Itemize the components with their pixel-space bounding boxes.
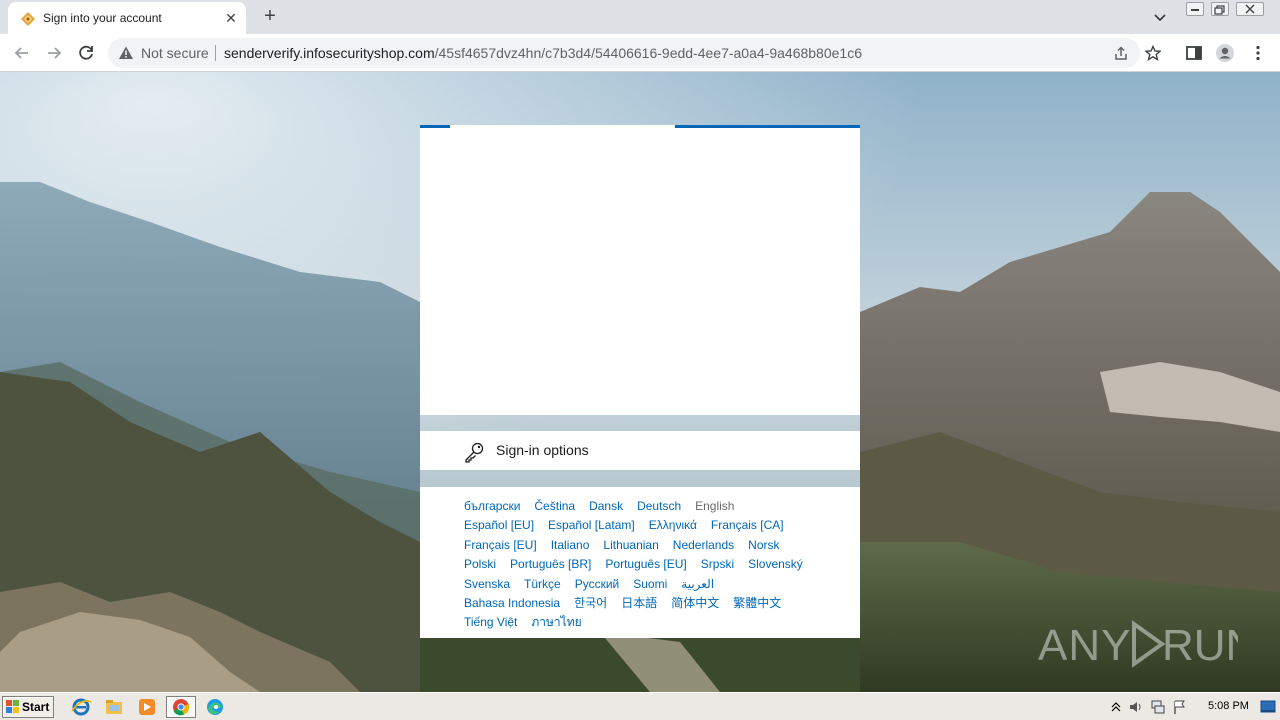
url-host: senderverify.infosecurityshop.com xyxy=(224,45,435,61)
key-icon xyxy=(465,442,484,463)
close-tab-icon[interactable]: ✕ xyxy=(222,9,240,27)
language-row: Svenska Türkçe Русский Suomi العربية xyxy=(464,575,830,594)
language-link[interactable]: Slovenský xyxy=(748,557,803,571)
language-link[interactable]: Lithuanian xyxy=(603,538,658,552)
browser-toolbar: Not secure senderverify.infosecurityshop… xyxy=(0,34,1280,72)
language-row: български Čeština Dansk Deutsch English xyxy=(464,497,830,516)
close-window-button[interactable] xyxy=(1236,2,1264,16)
sign-in-options-label: Sign-in options xyxy=(496,442,589,458)
show-desktop-icon[interactable] xyxy=(1260,700,1276,714)
language-row: Bahasa Indonesia 한국어 日本語 简体中文 繁體中文 xyxy=(464,594,830,613)
network-icon[interactable] xyxy=(1150,699,1166,715)
show-hidden-icons-chevron-icon[interactable] xyxy=(1110,700,1122,714)
url-text[interactable]: senderverify.infosecurityshop.com/45sf46… xyxy=(224,45,862,61)
language-link[interactable]: Français [CA] xyxy=(711,518,784,532)
loading-progress-bar xyxy=(420,125,860,129)
browser-tab[interactable]: Sign into your account ✕ xyxy=(8,2,246,34)
address-divider xyxy=(215,45,216,61)
warning-triangle-icon[interactable] xyxy=(118,45,134,61)
language-link[interactable]: Deutsch xyxy=(637,499,681,513)
language-link[interactable]: Polski xyxy=(464,557,496,571)
language-row: Español [EU] Español [Latam] Ελληνικά Franç… xyxy=(464,516,830,535)
page-viewport: Sign-in options български Čeština Dansk Deu… xyxy=(0,72,1280,692)
forward-arrow-icon[interactable] xyxy=(43,42,65,64)
language-selector: български Čeština Dansk Deutsch English Españ… xyxy=(420,487,860,638)
tab-title: Sign into your account xyxy=(43,11,162,25)
language-link[interactable]: 日本語 xyxy=(621,596,657,610)
language-link[interactable]: Srpski xyxy=(701,557,734,571)
action-center-flag-icon[interactable] xyxy=(1172,699,1188,715)
language-link[interactable]: Nederlands xyxy=(673,538,734,552)
language-link[interactable]: Norsk xyxy=(748,538,779,552)
media-player-icon[interactable] xyxy=(134,696,160,718)
chrome-taskbar-button[interactable] xyxy=(166,696,196,718)
language-link[interactable]: Русский xyxy=(575,577,620,591)
site-favicon-icon xyxy=(21,12,35,26)
chrome-icon xyxy=(173,699,190,716)
new-tab-button[interactable]: + xyxy=(260,6,280,27)
language-link[interactable]: Português [BR] xyxy=(510,557,591,571)
reload-icon[interactable] xyxy=(75,42,97,64)
bookmark-star-icon[interactable] xyxy=(1145,45,1161,61)
browser-tab-strip: Sign into your account ✕ + xyxy=(0,0,1280,34)
url-path: /45sf4657dvz4hn/c7b3d4/54406616-9edd-4ee… xyxy=(434,45,862,61)
language-link[interactable]: Bahasa Indonesia xyxy=(464,596,560,610)
language-link[interactable]: Español [Latam] xyxy=(548,518,635,532)
edge-icon[interactable] xyxy=(202,696,228,718)
internet-explorer-icon[interactable] xyxy=(68,696,94,718)
language-link[interactable]: Ελληνικά xyxy=(649,518,697,532)
share-icon[interactable] xyxy=(1113,45,1129,61)
language-link[interactable]: ภาษาไทย xyxy=(531,615,581,629)
language-link[interactable]: 繁體中文 xyxy=(733,596,781,610)
security-status-text[interactable]: Not secure xyxy=(141,45,209,61)
language-row: Français [EU] Italiano Lithuanian Nederland… xyxy=(464,536,830,555)
language-current: English xyxy=(695,499,735,513)
language-row: Tiếng Việt ภาษาไทย xyxy=(464,613,830,632)
language-link[interactable]: Čeština xyxy=(534,499,575,513)
language-link[interactable]: Türkçe xyxy=(524,577,561,591)
file-explorer-icon[interactable] xyxy=(101,696,127,718)
restore-window-button[interactable] xyxy=(1211,2,1229,16)
language-link[interactable]: Português [EU] xyxy=(605,557,686,571)
progress-segment-right xyxy=(675,125,860,128)
windows-taskbar: Start 5:08 PM xyxy=(0,692,1280,720)
profile-avatar-icon[interactable] xyxy=(1215,43,1235,63)
start-button[interactable]: Start xyxy=(2,696,54,718)
tab-search-chevron-icon[interactable] xyxy=(1152,9,1168,25)
language-link[interactable]: Italiano xyxy=(551,538,590,552)
language-link[interactable]: Suomi xyxy=(633,577,667,591)
language-link[interactable]: 简体中文 xyxy=(671,596,719,610)
sign-in-options-button[interactable]: Sign-in options xyxy=(420,431,860,470)
language-link[interactable]: Tiếng Việt xyxy=(464,615,517,629)
side-panel-icon[interactable] xyxy=(1184,43,1204,63)
language-link[interactable]: Dansk xyxy=(589,499,623,513)
language-link[interactable]: Français [EU] xyxy=(464,538,537,552)
language-link[interactable]: Español [EU] xyxy=(464,518,534,532)
address-bar[interactable]: Not secure senderverify.infosecurityshop… xyxy=(108,38,1161,68)
svg-text:RUN: RUN xyxy=(1162,621,1238,670)
back-arrow-icon[interactable] xyxy=(11,42,33,64)
language-link[interactable]: 한국어 xyxy=(574,596,607,610)
system-tray: 5:08 PM xyxy=(1104,696,1278,718)
svg-text:ANY: ANY xyxy=(1038,621,1131,670)
language-link[interactable]: Svenska xyxy=(464,577,510,591)
progress-segment-left xyxy=(420,125,450,128)
anyrun-watermark-logo: ANY RUN xyxy=(1038,620,1238,670)
start-label: Start xyxy=(22,700,50,714)
language-link[interactable]: български xyxy=(464,499,520,513)
more-menu-icon[interactable] xyxy=(1248,43,1268,63)
taskbar-clock[interactable]: 5:08 PM xyxy=(1208,700,1249,712)
language-link[interactable]: العربية xyxy=(681,577,714,591)
windows-logo-icon xyxy=(6,700,19,713)
minimize-window-button[interactable] xyxy=(1186,2,1204,16)
language-row: Polski Português [BR] Português [EU] Srpski… xyxy=(464,555,830,574)
volume-icon[interactable] xyxy=(1128,700,1144,714)
sign-in-card xyxy=(420,125,860,415)
